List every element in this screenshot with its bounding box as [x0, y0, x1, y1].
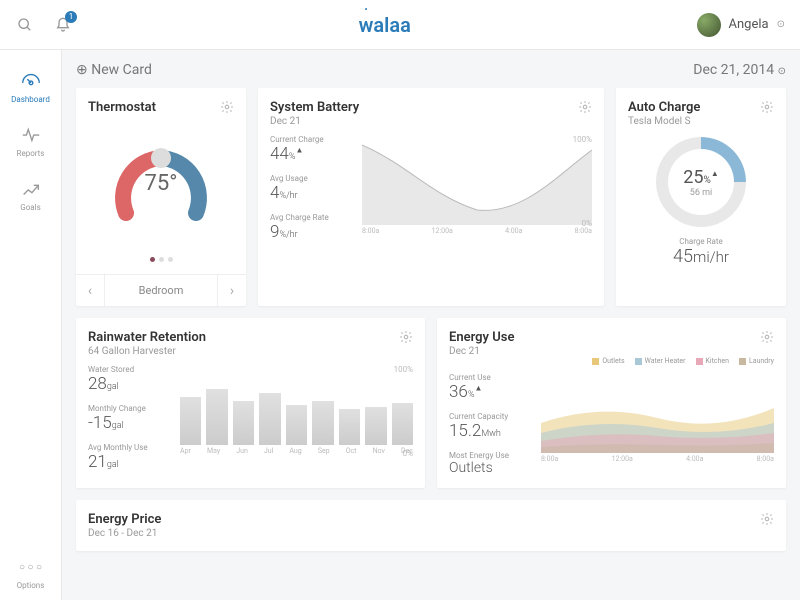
- avatar[interactable]: [697, 13, 721, 37]
- card-title: Auto Charge: [628, 100, 700, 115]
- nav-label: Goals: [0, 203, 61, 212]
- gauge-icon: [0, 70, 61, 92]
- page-dots[interactable]: [88, 247, 234, 266]
- nav-label: Dashboard: [0, 95, 61, 104]
- gear-icon[interactable]: [220, 100, 234, 114]
- nav-label: Options: [0, 581, 61, 590]
- nav-options[interactable]: ○ ○ ○ Options: [0, 546, 61, 600]
- nav-dashboard[interactable]: Dashboard: [0, 60, 61, 114]
- battery-card: System Battery Dec 21 Current Charge44%▲…: [258, 88, 604, 306]
- gear-icon[interactable]: [760, 512, 774, 526]
- card-subtitle: 64 Gallon Harvester: [88, 346, 206, 357]
- gear-icon[interactable]: [760, 100, 774, 114]
- thermostat-gauge[interactable]: 75°: [88, 123, 234, 243]
- energy-use-card: Energy Use Dec 21 Outlets Water Heater K…: [437, 318, 786, 488]
- nav-label: Reports: [0, 149, 61, 158]
- user-name: Angela: [729, 17, 769, 32]
- energy-chart: 8:00a12:00a4:00a8:00a: [541, 373, 774, 476]
- card-subtitle: Tesla Model S: [628, 116, 700, 127]
- user-menu-chevron[interactable]: ⊙: [777, 19, 785, 30]
- room-name: Bedroom: [104, 275, 218, 307]
- card-title: Thermostat: [88, 100, 156, 115]
- gear-icon[interactable]: [760, 330, 774, 344]
- prev-room-button[interactable]: ‹: [76, 283, 104, 299]
- card-subtitle: Dec 21: [270, 116, 359, 127]
- battery-chart: 100% 0% 8:00a12:00a4:00a8:00a: [362, 135, 592, 242]
- pulse-icon: [0, 124, 61, 146]
- charge-donut: 25%▲ 56 mi: [656, 137, 746, 227]
- date-picker[interactable]: Dec 21, 2014 ⊙: [693, 62, 786, 78]
- energy-legend: Outlets Water Heater Kitchen Laundry: [449, 357, 774, 365]
- rainwater-card: Rainwater Retention 64 Gallon Harvester …: [76, 318, 425, 488]
- notification-badge: 1: [65, 11, 77, 23]
- dots-icon: ○ ○ ○: [0, 556, 61, 578]
- gear-icon[interactable]: [399, 330, 413, 344]
- card-title: Energy Price: [88, 512, 161, 527]
- energy-price-card: Energy Price Dec 16 - Dec 21: [76, 500, 786, 551]
- auto-charge-card: Auto Charge Tesla Model S 25%▲ 56 mi Cha…: [616, 88, 786, 306]
- temperature-value: 75°: [145, 171, 178, 196]
- nav-goals[interactable]: Goals: [0, 168, 61, 222]
- card-title: System Battery: [270, 100, 359, 115]
- thermostat-card: Thermostat 75° ‹ Bedroom ›: [76, 88, 246, 306]
- new-card-button[interactable]: ⊕ New Card: [76, 62, 152, 78]
- gear-icon[interactable]: [578, 100, 592, 114]
- notifications-icon[interactable]: 1: [53, 15, 73, 35]
- card-title: Energy Use: [449, 330, 514, 345]
- card-title: Rainwater Retention: [88, 330, 206, 345]
- card-subtitle: Dec 16 - Dec 21: [88, 528, 161, 539]
- search-icon[interactable]: [15, 15, 35, 35]
- rainwater-chart: 100% 0% AprMayJunJulAugSepOctNovDec: [180, 365, 413, 472]
- chart-up-icon: [0, 178, 61, 200]
- nav-reports[interactable]: Reports: [0, 114, 61, 168]
- card-subtitle: Dec 21: [449, 346, 514, 357]
- next-room-button[interactable]: ›: [218, 283, 246, 299]
- app-logo: w•alaa: [73, 13, 697, 37]
